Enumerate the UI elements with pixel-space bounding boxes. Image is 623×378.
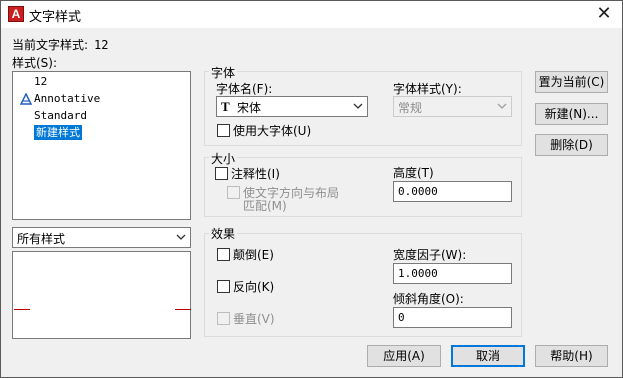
font-style-value: 常规 xyxy=(398,101,423,115)
annotative-icon xyxy=(20,93,32,105)
height-value: 0.0000 xyxy=(398,185,438,198)
chevron-down-icon xyxy=(497,103,507,109)
close-icon[interactable]: ✕ xyxy=(593,4,615,26)
style-item-12[interactable]: 12 xyxy=(34,74,47,89)
vertical-checkbox[interactable] xyxy=(217,312,230,325)
oblique-angle-input[interactable]: 0 xyxy=(393,307,512,328)
match-orientation-label-line2: 匹配(M) xyxy=(243,199,287,213)
match-orientation-checkbox[interactable] xyxy=(227,186,240,199)
style-item-new-style[interactable]: 新建样式 xyxy=(34,125,82,140)
chevron-down-icon xyxy=(353,103,363,109)
style-item-annotative[interactable]: Annotative xyxy=(34,91,100,106)
styles-listbox[interactable]: 12 Annotative Standard 新建样式 xyxy=(12,71,191,220)
font-style-label: 字体样式(Y): xyxy=(393,82,462,96)
style-filter-dropdown[interactable]: 所有样式 xyxy=(12,227,191,248)
style-filter-value: 所有样式 xyxy=(17,232,66,246)
use-big-font-checkbox[interactable] xyxy=(217,124,230,137)
set-current-button[interactable]: 置为当前(C) xyxy=(535,71,608,93)
upside-down-checkbox[interactable] xyxy=(217,248,230,261)
autocad-app-icon: A xyxy=(8,6,24,22)
cancel-button[interactable]: 取消 xyxy=(451,345,525,367)
font-group-title: 字体 xyxy=(209,64,238,81)
backwards-checkbox[interactable] xyxy=(217,280,230,293)
help-button[interactable]: 帮助(H) xyxy=(535,345,608,367)
font-name-label: 字体名(F): xyxy=(216,82,273,96)
upside-down-label: 颠倒(E) xyxy=(233,248,274,262)
chevron-down-icon xyxy=(176,234,186,240)
use-big-font-label: 使用大字体(U) xyxy=(233,124,312,138)
apply-button[interactable]: 应用(A) xyxy=(367,345,441,367)
preview-baseline-left xyxy=(14,309,30,310)
width-factor-label: 宽度因子(W): xyxy=(393,248,467,262)
new-style-button[interactable]: 新建(N)... xyxy=(535,103,608,125)
annotative-label: 注释性(I) xyxy=(231,167,280,181)
height-input[interactable]: 0.0000 xyxy=(393,181,512,202)
text-preview xyxy=(12,251,191,339)
current-style-value: 12 xyxy=(94,38,109,52)
styles-label: 样式(S): xyxy=(12,56,58,70)
font-name-dropdown[interactable]: T 宋体 xyxy=(216,96,368,117)
font-style-dropdown[interactable]: 常规 xyxy=(393,96,512,117)
font-name-value: 宋体 xyxy=(237,101,262,115)
annotative-checkbox[interactable] xyxy=(215,167,228,180)
oblique-angle-value: 0 xyxy=(398,311,405,324)
title-bar: A 文字样式 ✕ xyxy=(1,1,622,28)
backwards-label: 反向(K) xyxy=(233,280,275,294)
window-title: 文字样式 xyxy=(29,10,82,25)
oblique-angle-label: 倾斜角度(O): xyxy=(393,292,464,306)
style-item-standard[interactable]: Standard xyxy=(34,108,87,123)
current-style-label: 当前文字样式: 12 xyxy=(12,38,109,52)
width-factor-input[interactable]: 1.0000 xyxy=(393,263,512,284)
truetype-font-icon: T xyxy=(221,99,230,114)
preview-baseline-right xyxy=(175,309,191,310)
width-factor-value: 1.0000 xyxy=(398,267,438,280)
effects-group-title: 效果 xyxy=(209,225,238,242)
vertical-label: 垂直(V) xyxy=(233,312,275,326)
height-label: 高度(T) xyxy=(393,166,434,180)
delete-style-button[interactable]: 删除(D) xyxy=(535,134,608,156)
